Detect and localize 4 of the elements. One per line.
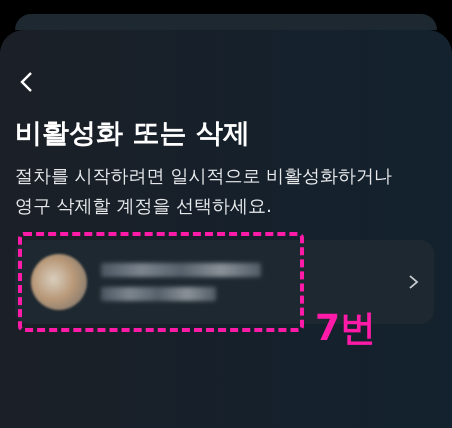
avatar (31, 254, 87, 310)
annotation-label: 7번 (315, 307, 376, 351)
page-title: 비활성화 또는 삭제 (15, 117, 251, 151)
description: 절차를 시작하려면 일시적으로 비활성화하거나 영구 삭제할 계정을 선택하세요. (15, 165, 394, 219)
